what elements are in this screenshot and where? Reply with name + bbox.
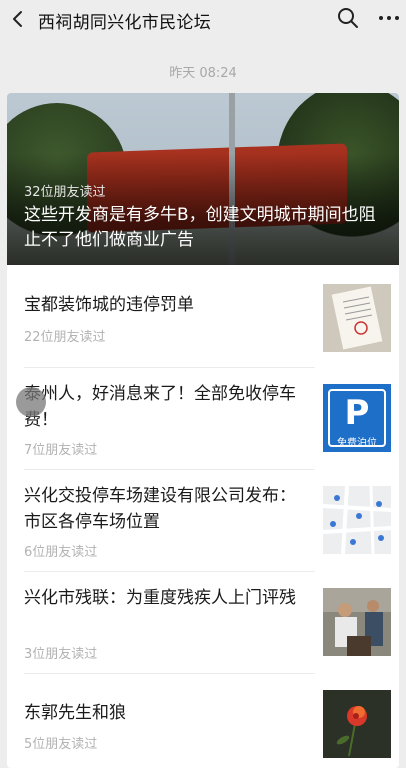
search-icon[interactable] — [336, 6, 360, 30]
article-read-count: 22位朋友读过 — [24, 330, 106, 345]
message-timestamp: 昨天 08:24 — [169, 66, 237, 81]
article-thumbnail-map — [323, 486, 391, 554]
more-options-icon[interactable] — [378, 8, 400, 28]
list-item[interactable]: 东郭先生和狼 5位朋友读过 — [7, 673, 399, 768]
article-card: 32位朋友读过 这些开发商是有多牛B，创建文明城市期间也阻止不了他们做商业广告 … — [7, 93, 399, 768]
parking-caption: 免费泊位 — [337, 438, 377, 449]
article-read-count: 3位朋友读过 — [24, 647, 98, 662]
article-thumbnail-parking: P 免费泊位 — [323, 384, 391, 452]
article-title: 泰州人，好消息来了！全部免收停车费！ — [24, 384, 296, 430]
article-title: 宝都装饰城的违停罚单 — [24, 295, 194, 315]
list-item[interactable]: 兴化市残联：为重度残疾人上门评残 3位朋友读过 — [7, 571, 399, 673]
hero-headline: 这些开发商是有多牛B，创建文明城市期间也阻止不了他们做商业广告 — [24, 205, 376, 250]
list-item[interactable]: 宝都装饰城的违停罚单 22位朋友读过 — [7, 265, 399, 367]
article-read-count: 6位朋友读过 — [24, 545, 98, 560]
article-thumbnail-visit — [323, 588, 391, 656]
hero-article[interactable]: 32位朋友读过 这些开发商是有多牛B，创建文明城市期间也阻止不了他们做商业广告 — [7, 93, 399, 265]
article-title: 兴化市残联：为重度残疾人上门评残 — [24, 588, 296, 608]
floating-window-button[interactable] — [16, 387, 46, 417]
list-item[interactable]: 兴化交投停车场建设有限公司发布：市区各停车场位置 6位朋友读过 — [7, 469, 399, 571]
article-title: 东郭先生和狼 — [24, 703, 126, 723]
hero-read-count: 32位朋友读过 — [24, 185, 106, 200]
page-title: 西祠胡同兴化市民论坛 — [38, 13, 211, 33]
article-thumbnail-ticket — [323, 284, 391, 352]
article-read-count: 5位朋友读过 — [24, 737, 98, 752]
list-item[interactable]: 泰州人，好消息来了！全部免收停车费！ 7位朋友读过 P 免费泊位 — [7, 367, 399, 469]
top-bar: 西祠胡同兴化市民论坛 — [0, 0, 406, 38]
back-arrow-icon[interactable] — [10, 10, 26, 28]
article-thumbnail-rose — [323, 690, 391, 758]
article-read-count: 7位朋友读过 — [24, 443, 98, 458]
article-title: 兴化交投停车场建设有限公司发布：市区各停车场位置 — [24, 486, 296, 532]
svg-text:P: P — [345, 393, 370, 433]
